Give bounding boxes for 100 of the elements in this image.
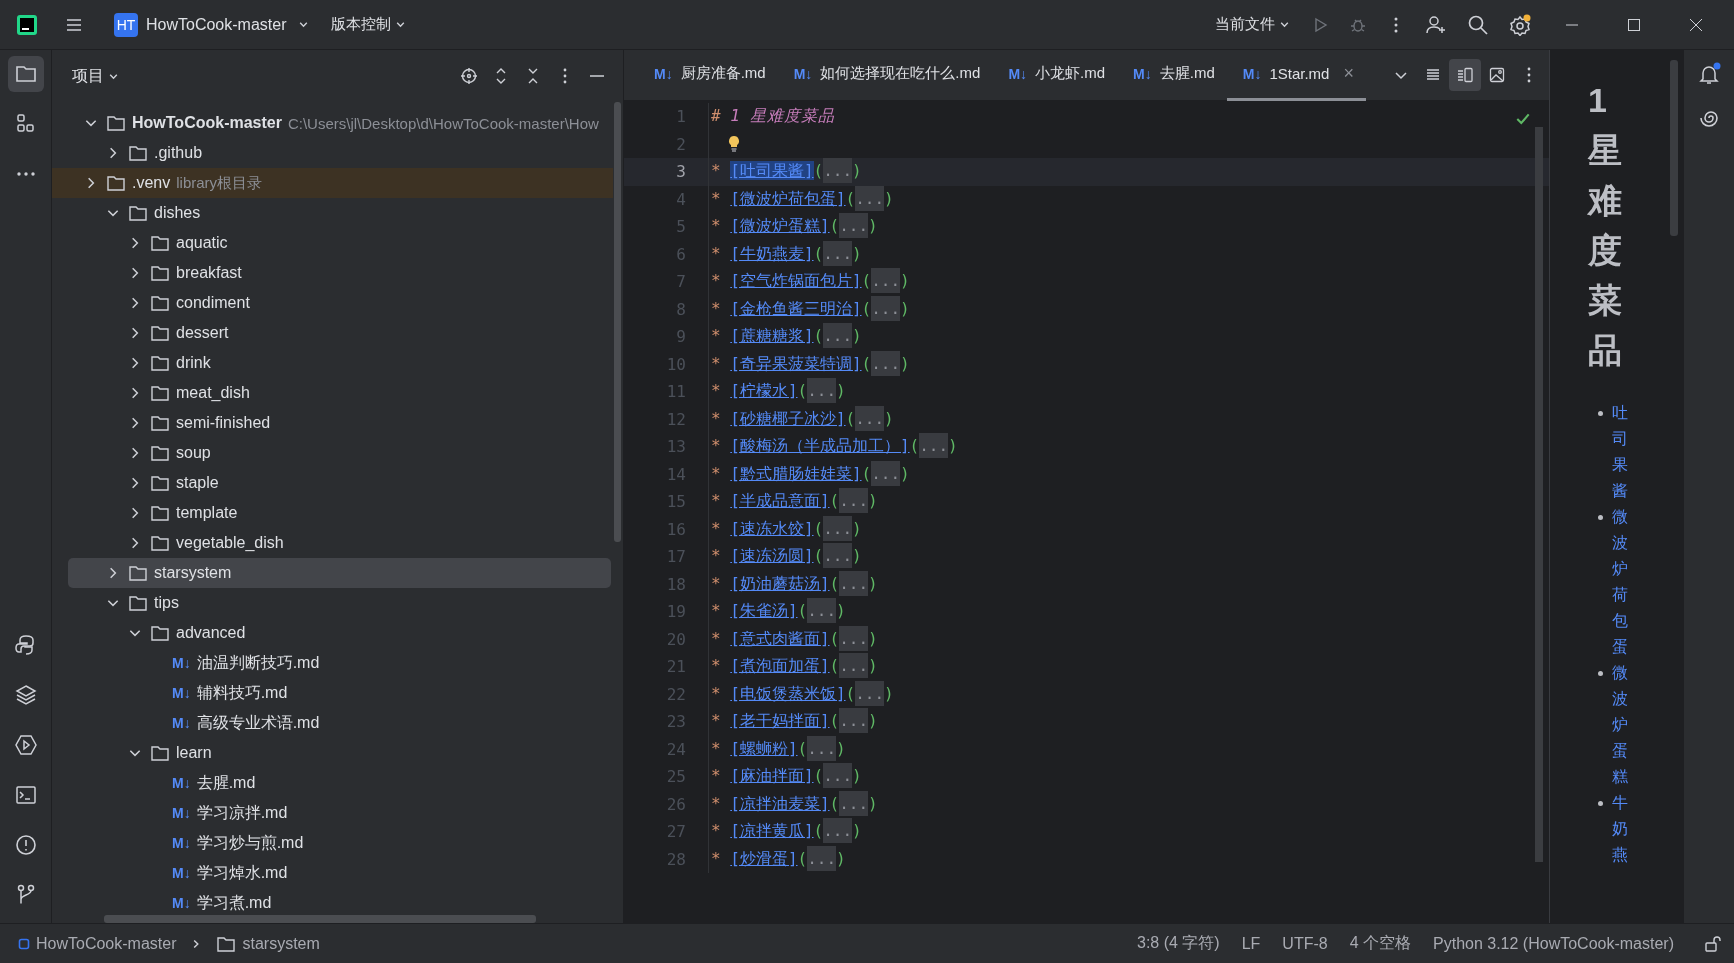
tree-item[interactable]: template <box>68 498 611 528</box>
code-line: * [微波炉荷包蛋](...) <box>709 188 894 210</box>
editor-tab[interactable]: M↓ 厨房准备.md <box>646 49 778 101</box>
tree-label: aquatic <box>176 234 228 252</box>
tree-item[interactable]: dishes <box>68 198 611 228</box>
tree-item[interactable]: condiment <box>68 288 611 318</box>
markdown-icon: M↓ <box>172 715 191 731</box>
tree-label: 高级专业术语.md <box>196 712 320 733</box>
tree-label: staple <box>176 474 219 492</box>
tree-item[interactable]: M↓ 学习煮.md <box>68 888 611 918</box>
code-line: * [炒滑蛋](...) <box>709 848 846 870</box>
tree-item[interactable]: .github <box>68 138 611 168</box>
tree-label: .github <box>154 144 203 162</box>
tree-item[interactable]: soup <box>68 438 611 468</box>
tree-label: drink <box>176 354 211 372</box>
tree-label: 学习炒与煎.md <box>196 832 304 853</box>
status-item[interactable]: 3:8 (4 字符) <box>1129 933 1228 954</box>
editor-tab[interactable]: M↓ 1Star.md × <box>1226 49 1366 101</box>
tree-label: starsystem <box>154 564 232 582</box>
tree-item[interactable]: aquatic <box>68 228 611 258</box>
breadcrumb-item[interactable]: HowToCook-master <box>36 934 177 953</box>
markdown-icon: M↓ <box>172 775 191 791</box>
code-line: * [老干妈拌面](...) <box>709 711 878 733</box>
tree-label: 学习煮.md <box>196 892 272 913</box>
markdown-icon: M↓ <box>172 805 191 821</box>
tree-label: tips <box>154 594 179 612</box>
tree-label: 学习焯水.md <box>196 862 288 883</box>
code-line: * [砂糖椰子冰沙](...) <box>709 408 894 430</box>
code-line: * [柠檬水](...) <box>709 381 846 403</box>
tree-item[interactable]: M↓ 去腥.md <box>68 768 611 798</box>
tree-item[interactable]: M↓ 学习凉拌.md <box>68 798 611 828</box>
tree-label: learn <box>176 744 212 762</box>
tree-item[interactable]: M↓ 油温判断技巧.md <box>68 648 611 678</box>
tree-label: .venv <box>132 174 171 192</box>
project-view-dropdown[interactable]: 项目 <box>68 61 123 91</box>
tree-label: dessert <box>176 324 229 342</box>
tree-label: template <box>176 504 238 522</box>
code-line: * [麻油拌面](...) <box>709 766 862 788</box>
markdown-icon: M↓ <box>172 655 191 671</box>
editor-tab[interactable]: M↓ 小龙虾.md <box>992 49 1118 101</box>
tree-label: vegetable_dish <box>176 534 284 552</box>
breadcrumb-item[interactable]: starsystem <box>242 934 320 953</box>
line-number: 3 <box>624 158 709 186</box>
tree-item[interactable]: M↓ 学习炒与煎.md <box>68 828 611 858</box>
tree-item[interactable]: M↓ 辅料技巧.md <box>68 678 611 708</box>
preview-link[interactable]: 微波炉蛋糕 <box>1612 659 1628 790</box>
code-line: * [煮泡面加蛋](...) <box>709 656 878 678</box>
code-line: * [吐司果酱](...) <box>709 161 862 183</box>
tree-label: advanced <box>176 624 246 642</box>
status-item[interactable]: LF <box>1233 934 1269 953</box>
code-line: * [黔式腊肠娃娃菜](...) <box>709 463 910 485</box>
tree-label: breakfast <box>176 264 242 282</box>
code-line: * [半成品意面](...) <box>709 491 878 513</box>
code-line: * [空气炸锅面包片](...) <box>709 271 910 293</box>
preview-link[interactable]: 牛奶燕 <box>1612 789 1628 868</box>
editor-tab[interactable]: M↓ 如何选择现在吃什么.md <box>777 49 993 101</box>
tree-item[interactable]: HowToCook-master C:\Users\jl\Desktop\d\HowToCook-master\How <box>68 108 611 138</box>
tree-label: condiment <box>176 294 250 312</box>
preview-link[interactable]: 吐司果酱 <box>1612 399 1628 504</box>
tree-item[interactable]: M↓ 学习焯水.md <box>68 858 611 888</box>
tree-item[interactable]: starsystem <box>68 558 611 588</box>
tree-item[interactable]: drink <box>68 348 611 378</box>
tree-label: soup <box>176 444 211 462</box>
code-line: * [凉拌油麦菜](...) <box>709 793 878 815</box>
code-line: * [金枪鱼酱三明治](...) <box>709 298 910 320</box>
tree-item[interactable]: semi-finished <box>68 408 611 438</box>
code-line: * [奇异果菠菜特调](...) <box>709 353 910 375</box>
tree-label: 油温判断技巧.md <box>196 652 320 673</box>
tree-item[interactable]: breakfast <box>68 258 611 288</box>
code-line: * [蔗糖糖浆](...) <box>709 326 862 348</box>
run-config-dropdown[interactable]: 当前文件 <box>1207 9 1298 40</box>
status-item[interactable]: 4 个空格 <box>1341 933 1419 954</box>
tree-item[interactable]: dessert <box>68 318 611 348</box>
tree-label: 学习凉拌.md <box>196 802 288 823</box>
tree-label: 去腥.md <box>196 772 256 793</box>
markdown-icon: M↓ <box>172 865 191 881</box>
tree-item[interactable]: tips <box>68 588 611 618</box>
tree-item[interactable]: meat_dish <box>68 378 611 408</box>
preview-link[interactable]: 微波炉荷包蛋 <box>1612 503 1628 660</box>
tree-item[interactable]: .venv library根目录 <box>52 168 613 198</box>
tree-label: 辅料技巧.md <box>196 682 288 703</box>
editor-tab[interactable]: M↓ 去腥.md <box>1117 49 1227 101</box>
code-line: * [速冻汤圆](...) <box>709 546 862 568</box>
tree-item[interactable]: vegetable_dish <box>68 528 611 558</box>
tree-label: HowToCook-master <box>132 114 282 132</box>
code-line: * [牛奶燕麦](...) <box>709 243 862 265</box>
project-switcher[interactable]: HT HowToCook-master <box>106 6 318 43</box>
tree-item[interactable]: M↓ 高级专业术语.md <box>68 708 611 738</box>
tree-item[interactable]: learn <box>68 738 611 768</box>
tree-label: meat_dish <box>176 384 250 402</box>
vcs-dropdown[interactable]: 版本控制 <box>323 9 415 40</box>
library-hint: library根目录 <box>176 173 263 193</box>
status-item[interactable]: Python 3.12 (HowToCook-master) <box>1425 934 1682 953</box>
code-line: * [奶油蘑菇汤](...) <box>709 573 878 595</box>
tree-item[interactable]: staple <box>68 468 611 498</box>
code-line: * [螺蛳粉](...) <box>709 738 846 760</box>
status-item[interactable]: UTF-8 <box>1274 934 1336 953</box>
code-line: * [微波炉蛋糕](...) <box>709 216 878 238</box>
tree-item[interactable]: advanced <box>68 618 611 648</box>
markdown-icon: M↓ <box>172 895 191 911</box>
